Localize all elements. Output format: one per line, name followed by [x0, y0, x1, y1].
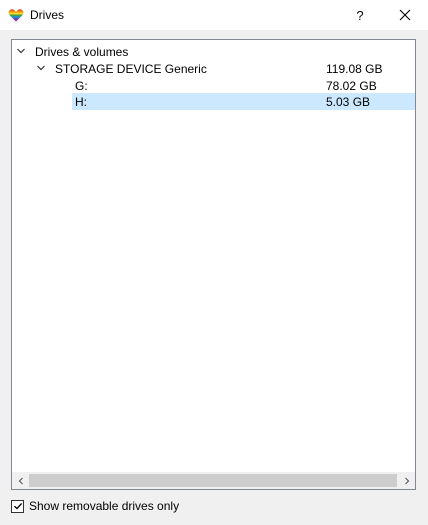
close-button[interactable] — [383, 0, 427, 30]
volume-size: 78.02 GB — [326, 79, 377, 93]
tree-item-label: STORAGE DEVICE Generic — [55, 62, 207, 76]
tree-item-label: Drives & volumes — [35, 45, 129, 59]
chevron-down-icon[interactable] — [16, 46, 26, 56]
rainbow-heart-icon — [8, 9, 24, 22]
chevron-right-icon — [404, 477, 409, 484]
scroll-left-button[interactable] — [12, 472, 29, 489]
help-label: ? — [356, 7, 364, 23]
drive-size: 119.08 GB — [326, 62, 383, 76]
removable-only-checkbox[interactable] — [11, 499, 24, 513]
tree-item-volume-h[interactable]: H: 5.03 GB — [12, 93, 415, 110]
scroll-right-button[interactable] — [398, 472, 415, 489]
scrollbar-thumb[interactable] — [29, 474, 397, 487]
horizontal-scrollbar[interactable] — [12, 472, 415, 489]
close-icon — [399, 9, 411, 21]
tree-item-storage-device[interactable]: STORAGE DEVICE Generic 119.08 GB — [12, 60, 415, 77]
help-button[interactable]: ? — [338, 0, 382, 30]
tree-item-label: H: — [75, 95, 87, 109]
chevron-down-icon[interactable] — [36, 63, 46, 73]
tree-item-volume-g[interactable]: G: 78.02 GB — [12, 77, 415, 94]
window-title: Drives — [30, 8, 65, 22]
checkmark-icon — [13, 502, 22, 510]
drives-tree[interactable]: Drives & volumes STORAGE DEVICE Generic … — [11, 39, 416, 490]
removable-only-option[interactable]: Show removable drives only — [11, 499, 179, 513]
chevron-left-icon — [18, 477, 23, 484]
tree-item-drives-volumes[interactable]: Drives & volumes — [12, 43, 415, 60]
removable-only-label: Show removable drives only — [29, 499, 180, 513]
tree-item-label: G: — [75, 79, 88, 93]
title-bar: Drives ? — [0, 0, 428, 30]
volume-size: 5.03 GB — [326, 95, 371, 109]
